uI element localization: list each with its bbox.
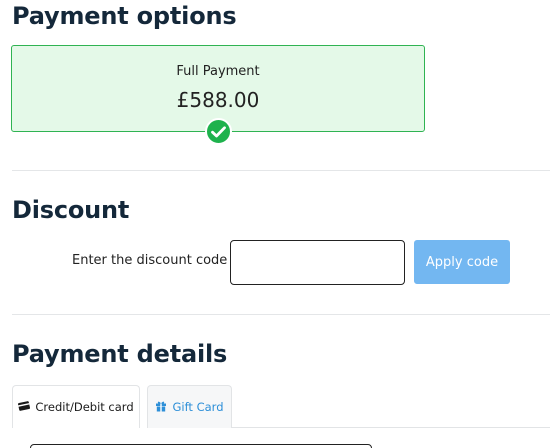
option-label: Full Payment xyxy=(176,64,260,79)
card-number-field[interactable] xyxy=(30,444,372,448)
discount-title: Discount xyxy=(12,196,130,224)
apply-code-button[interactable]: Apply code xyxy=(414,240,510,284)
tab-label: Credit/Debit card xyxy=(35,400,134,414)
discount-code-input[interactable] xyxy=(230,240,405,285)
credit-card-icon xyxy=(18,400,31,414)
check-icon xyxy=(205,118,232,145)
tab-gift-card[interactable]: Gift Card xyxy=(147,385,232,428)
payment-options-title: Payment options xyxy=(12,2,237,30)
tabs-baseline xyxy=(232,427,550,428)
discount-code-label: Enter the discount code xyxy=(72,253,228,268)
gift-icon xyxy=(155,400,167,415)
tab-credit-debit-card[interactable]: Credit/Debit card xyxy=(12,385,140,428)
section-divider xyxy=(12,314,550,315)
section-divider xyxy=(12,170,550,171)
payment-details-title: Payment details xyxy=(12,340,228,368)
tab-label: Gift Card xyxy=(172,400,224,414)
option-price: £588.00 xyxy=(176,88,260,112)
